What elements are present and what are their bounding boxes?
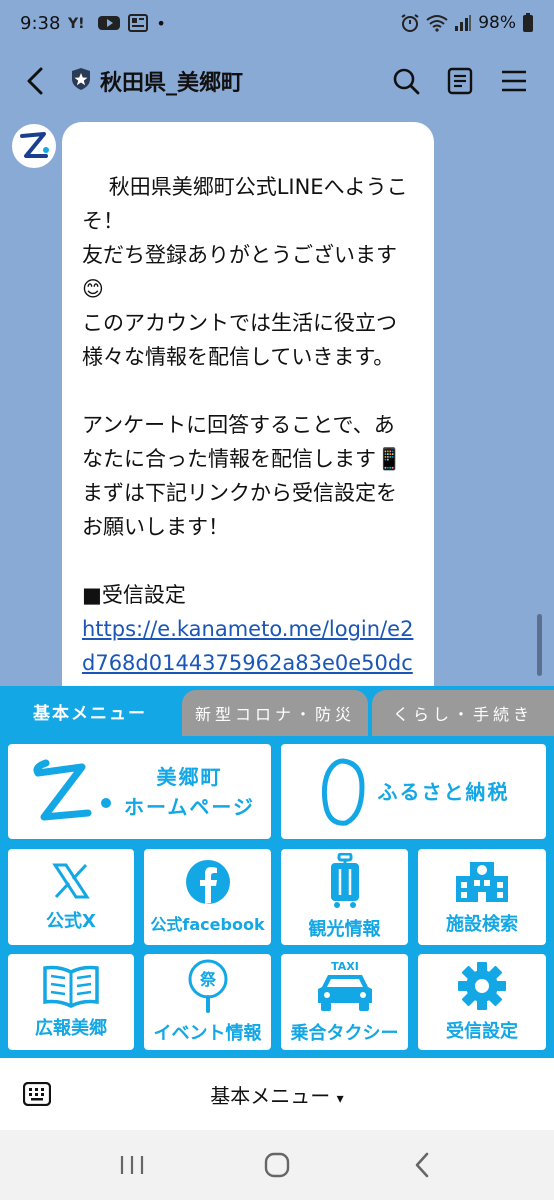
facility-search-button[interactable]: 施設検索: [418, 849, 546, 945]
open-book-icon: [43, 965, 99, 1008]
alarm-icon: [400, 13, 420, 33]
taxi-icon-label: TAXI: [331, 960, 359, 973]
hamburger-icon: [502, 70, 526, 92]
youtube-icon: [98, 15, 121, 31]
battery-icon: [522, 13, 534, 33]
official-x-label: 公式X: [46, 911, 96, 932]
homepage-button[interactable]: 美郷町 ホームページ: [8, 744, 271, 839]
furusato-tax-label: ふるさと納税: [377, 779, 510, 804]
misato-logo-icon: [33, 759, 111, 820]
notes-button[interactable]: [444, 65, 476, 97]
message-text: 秋田県美郷町公式LINEへようこそ！ 友だち登録ありがとうございます😊 このアカ…: [82, 175, 408, 607]
shared-taxi-label: 乗合タクシー: [290, 1023, 399, 1044]
taxi-icon: TAXI: [317, 960, 372, 1011]
recents-button[interactable]: [102, 1135, 162, 1195]
tourism-info-button[interactable]: 観光情報: [281, 849, 408, 945]
home-button[interactable]: [247, 1135, 307, 1195]
yahoo-icon: Y!: [68, 15, 90, 31]
event-info-button[interactable]: 祭 イベント情報: [144, 954, 271, 1050]
news-icon: [128, 14, 149, 32]
status-time: 9:38: [20, 12, 61, 34]
furusato-tax-button[interactable]: ふるさと納税: [281, 744, 546, 839]
koho-misato-label: 広報美郷: [35, 1018, 107, 1039]
x-logo-icon: [52, 863, 90, 899]
chat-area[interactable]: 秋田県美郷町公式LINEへようこそ！ 友だち登録ありがとうございます😊 このアカ…: [0, 116, 554, 686]
rich-menu-toggle[interactable]: 基本メニュー ▾: [210, 1084, 343, 1108]
rich-menu-bar: 基本メニュー ▾: [0, 1058, 554, 1130]
caret-down-icon: ▾: [336, 1090, 344, 1107]
back-arrow-icon: [415, 1152, 428, 1178]
menu-button[interactable]: [498, 65, 530, 97]
status-bar: 9:38 Y! • 98%: [0, 0, 554, 46]
gear-icon: [458, 962, 506, 1010]
rich-menu: 基本メニュー 新型コロナ・防災 くらし・手続き 美郷町 ホームページ ふるさと納…: [0, 686, 554, 1058]
uchiwa-fan-icon: 祭: [188, 959, 227, 1013]
chat-header: 秋田県_美郷町: [0, 46, 554, 116]
official-badge-icon: [70, 67, 92, 95]
keyboard-button[interactable]: [0, 1058, 74, 1130]
chat-title: 秋田県_美郷町: [100, 71, 244, 96]
official-facebook-label: 公式facebook: [150, 915, 265, 934]
official-x-button[interactable]: 公式X: [8, 849, 134, 945]
scrollbar[interactable]: [537, 614, 542, 676]
search-icon: [393, 68, 420, 95]
tab-basic-menu[interactable]: 基本メニュー: [0, 686, 180, 736]
facebook-icon: [185, 860, 230, 904]
receive-settings-label: 受信設定: [446, 1021, 518, 1042]
akita-map-icon: [321, 757, 365, 826]
koho-misato-button[interactable]: 広報美郷: [8, 954, 134, 1050]
keyboard-icon: [23, 1082, 51, 1106]
notes-icon: [447, 67, 473, 95]
misato-logo-icon: [20, 132, 49, 158]
back-button[interactable]: [0, 46, 70, 116]
settings-link[interactable]: https://e.kanameto.me/login/e2d768d01443…: [82, 612, 414, 686]
shared-taxi-button[interactable]: TAXI 乗合タクシー: [281, 954, 408, 1050]
receive-settings-button[interactable]: 受信設定: [418, 954, 546, 1050]
wifi-icon: [426, 14, 448, 32]
search-button[interactable]: [390, 65, 422, 97]
facility-search-label: 施設検索: [446, 914, 518, 935]
event-info-label: イベント情報: [153, 1023, 262, 1044]
building-icon: [456, 862, 508, 902]
tab-corona-disaster[interactable]: 新型コロナ・防災: [182, 690, 368, 736]
official-facebook-button[interactable]: 公式facebook: [144, 849, 271, 945]
rich-menu-tabs: 基本メニュー 新型コロナ・防災 くらし・手続き: [0, 686, 554, 736]
notification-dot: •: [156, 13, 166, 33]
message-bubble[interactable]: 秋田県美郷町公式LINEへようこそ！ 友だち登録ありがとうございます😊 このアカ…: [62, 122, 434, 686]
recents-icon: [121, 1156, 144, 1174]
event-icon-label: 祭: [198, 970, 216, 989]
chevron-left-icon: [27, 67, 43, 95]
tourism-info-label: 観光情報: [308, 919, 381, 940]
homepage-label: 美郷町 ホームページ: [124, 764, 255, 819]
rich-menu-toggle-label: 基本メニュー: [210, 1083, 331, 1108]
avatar[interactable]: [12, 124, 56, 168]
battery-percent: 98%: [478, 13, 516, 33]
system-nav-bar: [0, 1130, 554, 1200]
system-back-button[interactable]: [392, 1135, 452, 1195]
home-icon: [264, 1152, 290, 1178]
tab-living-procedures[interactable]: くらし・手続き: [372, 690, 554, 736]
svg-text:Y!: Y!: [68, 16, 85, 31]
suitcase-icon: [330, 853, 359, 908]
signal-icon: [454, 14, 472, 32]
